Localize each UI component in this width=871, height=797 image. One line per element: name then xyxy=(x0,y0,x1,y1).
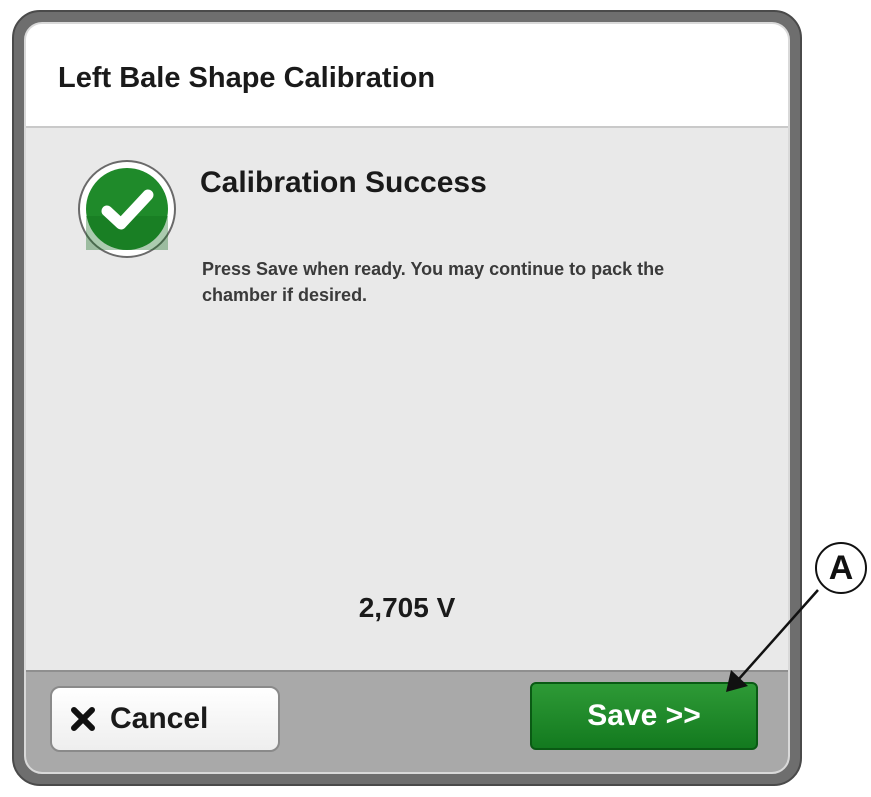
save-button[interactable]: Save >> xyxy=(530,682,758,750)
dialog-titlebar: Left Bale Shape Calibration xyxy=(26,24,788,128)
cancel-button[interactable]: Cancel xyxy=(50,686,280,752)
calibration-dialog: Left Bale Shape Calibration Calibration … xyxy=(24,22,790,774)
dialog-footer: Cancel Save >> xyxy=(26,670,788,772)
status-message: Press Save when ready. You may continue … xyxy=(202,259,665,305)
voltage-reading: 2,705 V xyxy=(358,592,456,623)
callout-label-a: A xyxy=(815,542,867,594)
close-x-icon xyxy=(70,706,96,732)
dialog-title: Left Bale Shape Calibration xyxy=(58,62,436,94)
check-circle-icon xyxy=(78,160,176,258)
status-headline: Calibration Success xyxy=(200,166,487,199)
cancel-button-label: Cancel xyxy=(110,702,209,735)
